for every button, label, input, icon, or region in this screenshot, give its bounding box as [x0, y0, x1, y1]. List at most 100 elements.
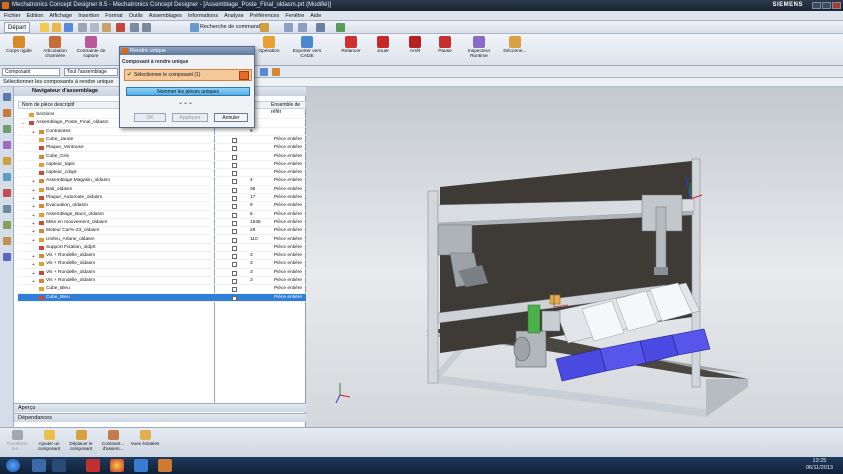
paste-icon[interactable] — [102, 23, 111, 32]
table-row[interactable]: Cube_Bleu Pièce entière — [18, 285, 306, 294]
system-materials-icon[interactable] — [3, 221, 11, 229]
minimize-button[interactable] — [812, 2, 821, 9]
play-button[interactable]: Jouer — [366, 36, 400, 64]
menu-edition[interactable]: Edition — [27, 13, 44, 19]
mcd-taskbar-icon[interactable] — [158, 459, 172, 472]
table-row[interactable]: capteur_tapis Pièce entière — [18, 161, 306, 170]
constraint-navigator-icon[interactable] — [3, 109, 11, 117]
select-component-step[interactable]: ✔ Sélectionner le composant (1) — [124, 69, 252, 81]
reuse-library-icon[interactable] — [3, 141, 11, 149]
table-row[interactable]: + Bati_oldasm 36 Pièce entière — [18, 186, 306, 194]
assembly-constraint-button[interactable]: Contraint... d'assem... — [98, 430, 128, 456]
row-checkbox[interactable] — [232, 270, 237, 276]
menu-fenetre[interactable]: Fenêtre — [285, 13, 304, 19]
save-icon[interactable] — [64, 23, 73, 32]
web-browser-icon[interactable] — [3, 173, 11, 181]
table-row[interactable]: + Unifeu_Arlane_oldasm 110 Pièce entière — [18, 236, 306, 244]
table-row[interactable]: Cube_Bleu Pièce entière — [18, 293, 306, 302]
row-checkbox[interactable] — [232, 295, 237, 301]
row-checkbox[interactable] — [232, 179, 237, 185]
row-checkbox[interactable] — [232, 287, 237, 293]
table-row[interactable]: Cube_Jaune Pièce entière — [18, 136, 306, 145]
snap-point-icon[interactable] — [272, 68, 280, 76]
table-row[interactable]: capteur_cdopt Pièce entière — [18, 169, 306, 178]
menu-affichage[interactable]: Affichage — [49, 13, 72, 19]
table-row[interactable]: + Moteur Car%-23_oldasm 28 Pièce entière — [18, 227, 306, 236]
expand-more-icon[interactable]: ⌄⌄⌄ — [178, 99, 193, 106]
menu-insertion[interactable]: Insertion — [78, 13, 99, 19]
render-icon[interactable] — [298, 23, 307, 32]
orient-icon[interactable] — [316, 23, 325, 32]
row-checkbox[interactable] — [232, 237, 237, 243]
row-checkbox[interactable] — [232, 245, 237, 251]
roles-icon[interactable] — [3, 205, 11, 213]
transfer-button[interactable]: Transférer les... — [2, 430, 32, 456]
menu-fichier[interactable]: Fichier — [4, 13, 21, 19]
stop-button[interactable]: Arrêt — [398, 36, 432, 64]
new-file-icon[interactable] — [40, 23, 49, 32]
table-row[interactable]: + Vis + Rondelle_oldasm 3 Pièce entière — [18, 277, 306, 286]
assembly-navigator-icon[interactable] — [3, 93, 11, 101]
history-icon[interactable] — [3, 157, 11, 165]
select-object-icon[interactable] — [239, 71, 249, 80]
runtime-expressions-icon[interactable] — [3, 253, 11, 261]
table-row[interactable]: + Vis + Rondelle_oldasm 3 Pièce entière — [18, 252, 306, 261]
graphics-viewport[interactable] — [306, 87, 843, 427]
row-checkbox[interactable] — [232, 171, 237, 177]
copy-icon[interactable] — [90, 23, 99, 32]
exploded-views-button[interactable]: Vues éclatées — [130, 430, 160, 456]
start-orb-icon[interactable] — [6, 459, 20, 472]
row-checkbox[interactable] — [232, 162, 237, 168]
row-checkbox[interactable] — [232, 204, 237, 210]
table-row[interactable]: + Mise en mouvement_oldasm 1536 Pièce entiè… — [18, 219, 306, 228]
type-filter-select[interactable]: Composant — [2, 68, 60, 76]
view-icon[interactable] — [284, 23, 293, 32]
move-component-button[interactable]: Déplacer le composant — [66, 430, 96, 456]
menu-outils[interactable]: Outils — [129, 13, 143, 19]
add-component-button[interactable]: Ajouter un composant — [34, 430, 64, 456]
table-row[interactable]: + Contraintes 6 — [18, 128, 306, 136]
apply-button[interactable]: Appliquer — [172, 113, 208, 122]
table-row[interactable]: Support Fixation_oldprt Pièce entière — [18, 244, 306, 253]
row-checkbox[interactable] — [232, 154, 237, 160]
menu-informations[interactable]: Informations — [188, 13, 218, 19]
snap-icon[interactable] — [260, 23, 269, 32]
row-checkbox[interactable] — [232, 212, 237, 218]
row-checkbox[interactable] — [232, 196, 237, 201]
row-checkbox[interactable] — [232, 187, 237, 193]
menu-analyse[interactable]: Analyse — [224, 13, 244, 19]
ok-button[interactable]: OK — [134, 113, 166, 122]
table-row[interactable]: + Plaque_Automate_oldasm 17 Pièce entière — [18, 194, 306, 203]
open-folder-icon[interactable] — [52, 23, 61, 32]
column-name-header[interactable]: Nom de pièce descriptif — [22, 102, 74, 109]
maximize-button[interactable] — [822, 2, 831, 9]
dependencies-panel-header[interactable]: Dépendances — [14, 413, 306, 422]
app-blue-icon[interactable] — [134, 459, 148, 472]
menu-assemblages[interactable]: Assemblages — [149, 13, 182, 19]
dialog-titlebar[interactable]: Rendre unique — [120, 47, 254, 55]
table-row[interactable]: + Vis + Rondelle_oldasm 3 Pièce entière — [18, 260, 306, 269]
table-row[interactable]: + Evacuation_oldasm 9 Pièce entière — [18, 202, 306, 211]
table-row[interactable]: + Assemblage_Bacs_oldasm 6 Pièce entière — [18, 211, 306, 219]
media-icon[interactable] — [52, 459, 66, 472]
export-cade-button[interactable]: Exporter vers CADE — [290, 36, 324, 64]
delete-icon[interactable] — [116, 23, 125, 32]
row-checkbox[interactable] — [232, 229, 237, 235]
scope-filter-select[interactable]: Tout l'assemblage — [64, 68, 118, 76]
chrome-icon[interactable] — [110, 459, 124, 472]
row-checkbox[interactable] — [232, 279, 237, 284]
row-checkbox[interactable] — [232, 137, 237, 143]
process-studio-icon[interactable] — [3, 189, 11, 197]
hinge-joint-button[interactable]: Articulation charnière — [38, 36, 72, 64]
table-row[interactable]: Plaque_Ventouse Pièce entière — [18, 144, 306, 153]
row-checkbox[interactable] — [232, 146, 237, 152]
cut-icon[interactable] — [78, 23, 87, 32]
row-checkbox[interactable] — [232, 254, 237, 260]
app-red-icon[interactable] — [86, 459, 100, 472]
rigid-body-button[interactable]: Corps rigide — [2, 36, 36, 64]
system-clock[interactable]: 13:25 06/11/2013 — [806, 458, 833, 472]
close-button[interactable] — [832, 2, 841, 9]
menu-format[interactable]: Format — [105, 13, 122, 19]
name-unique-parts-button[interactable]: Nommer les pièces uniques — [126, 87, 250, 96]
layer-icon[interactable] — [336, 23, 345, 32]
